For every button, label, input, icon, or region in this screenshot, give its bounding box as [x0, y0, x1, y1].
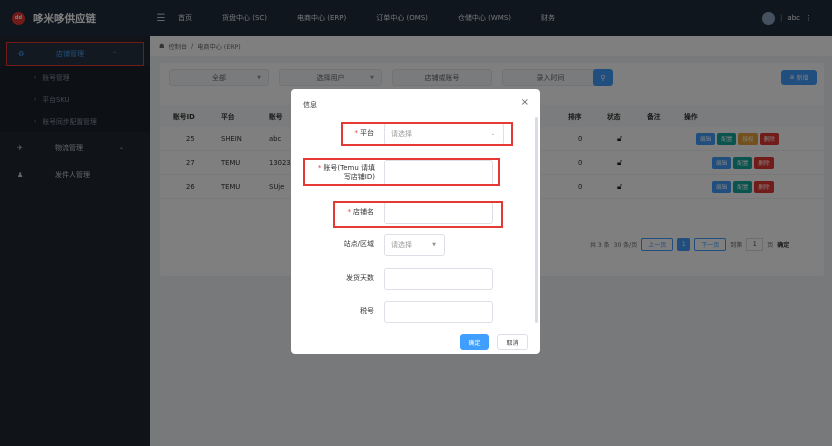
chevron-down-icon: ▼ — [432, 242, 436, 248]
highlight-platform — [341, 122, 513, 146]
tax-input[interactable] — [384, 301, 493, 323]
dialog-scrollbar[interactable] — [535, 117, 538, 323]
confirm-button[interactable]: 确定 — [460, 334, 489, 350]
ship-days-row: 发货天数 — [291, 268, 531, 290]
tax-label: 税号 — [360, 307, 374, 316]
site-select-placeholder: 请选择 — [391, 241, 412, 249]
site-label: 站点/区域 — [343, 240, 374, 249]
tax-row: 税号 — [291, 301, 531, 323]
cancel-button[interactable]: 取消 — [497, 334, 528, 350]
ship-days-label: 发货天数 — [346, 274, 374, 283]
site-row: 站点/区域 请选择 ▼ — [291, 234, 531, 256]
ship-days-input[interactable] — [384, 268, 493, 290]
dialog-title: 信息 — [303, 101, 317, 109]
close-icon[interactable]: × — [521, 97, 529, 108]
site-select[interactable]: 请选择 ▼ — [384, 234, 445, 256]
account-info-dialog: 信息 × * 平台 请选择 ⌄ * 账号(Temu 请填写店铺ID) * 店铺名 站点… — [291, 89, 540, 354]
highlight-account — [303, 158, 500, 186]
highlight-store-name — [333, 201, 503, 228]
